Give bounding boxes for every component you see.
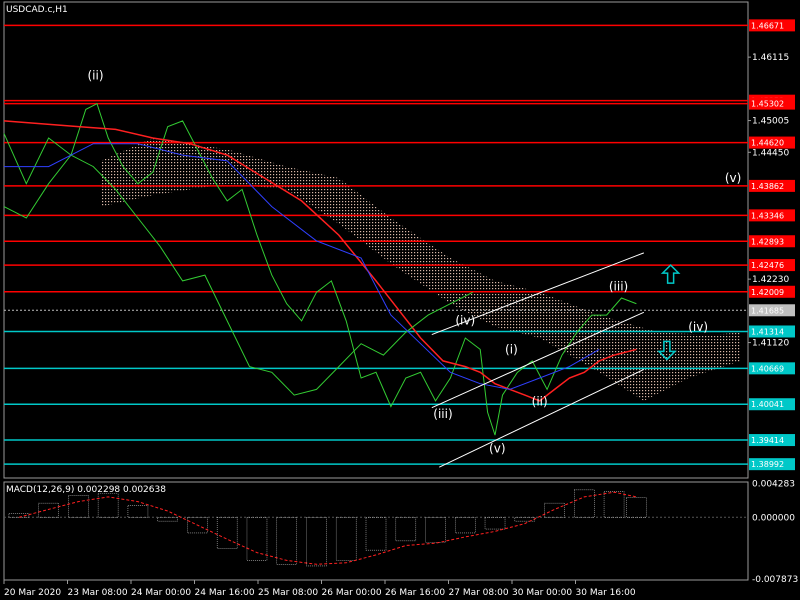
price-label-4: 1.43862 [751, 182, 784, 191]
x-tick-label-2: 24 Mar 00:00 [131, 588, 191, 598]
x-tick-label-4: 25 Mar 08:00 [258, 588, 318, 598]
price-label-10: 1.41314 [751, 327, 784, 336]
macd-histogram-bar-4 [127, 505, 149, 518]
x-tick-label-0: 20 Mar 2020 [4, 588, 61, 598]
price-label-5: 1.43346 [751, 211, 784, 220]
wave-label-5: (ii) [532, 394, 548, 408]
price-label-6: 1.42893 [751, 237, 784, 246]
price-label-13: 1.39414 [751, 436, 784, 445]
trend-channel-line-1 [439, 368, 645, 468]
macd-histogram-bar-15 [454, 516, 476, 534]
x-tick-label-5: 26 Mar 00:00 [322, 588, 382, 598]
arrow-up-icon [660, 264, 681, 284]
wave-label-4: (iii) [433, 407, 452, 421]
y-tick-label-1: 1.45005 [752, 117, 789, 127]
macd-signal-line [18, 491, 637, 565]
wave-label-2: (i) [505, 342, 518, 356]
price-label-14: 1.38992 [751, 460, 784, 469]
price-label-9: 1.41685 [751, 306, 784, 315]
wave-label-1: (iv) [455, 313, 475, 327]
price-label-7: 1.42476 [751, 261, 784, 270]
macd-histogram-bar-18 [544, 502, 565, 518]
macd-histogram-bar-8 [246, 516, 268, 561]
price-label-11: 1.40669 [751, 364, 784, 373]
macd-y-tick-label-1: 0.000000 [752, 513, 795, 523]
macd-y-tick-label-2: -0.007873 [752, 575, 798, 585]
macd-histogram-bar-9 [276, 516, 298, 565]
x-tick-label-9: 30 Mar 16:00 [576, 588, 636, 598]
series-line-lagging-span [3, 154, 473, 396]
macd-histogram-bar-16 [484, 516, 506, 530]
macd-y-tick-label-0: 0.004283 [752, 480, 795, 490]
macd-histogram-bar-12 [365, 516, 387, 551]
wave-label-6: (v) [489, 441, 505, 455]
macd-histogram-bar-14 [425, 516, 446, 543]
price-label-2: 1.45302 [751, 100, 784, 109]
macd-histogram-bar-21 [626, 497, 647, 518]
y-tick-label-4: 1.41120 [752, 339, 789, 349]
trading-chart[interactable]: 1.466711.453531.453021.446201.438621.433… [0, 0, 800, 600]
x-tick-label-6: 26 Mar 16:00 [385, 588, 445, 598]
wave-label-3: (iii) [609, 280, 628, 294]
price-label-0: 1.46671 [751, 21, 784, 30]
price-label-8: 1.42009 [751, 288, 784, 297]
x-tick-label-7: 27 Mar 08:00 [449, 588, 509, 598]
macd-histogram-bar-13 [395, 516, 417, 542]
wave-label-7: (iv) [688, 320, 708, 334]
chart-symbol-title: USDCAD.c,H1 [6, 5, 68, 15]
macd-subwindow-frame [3, 481, 749, 581]
y-tick-label-0: 1.46115 [752, 53, 789, 63]
macd-histogram-bar-19 [574, 489, 595, 518]
ichimoku-cloud [100, 138, 741, 401]
x-tick-label-8: 30 Mar 00:00 [512, 588, 572, 598]
price-label-12: 1.40041 [751, 400, 784, 409]
y-tick-label-3: 1.42230 [752, 275, 789, 285]
macd-histogram-bar-2 [68, 495, 89, 518]
macd-histogram-bar-20 [603, 491, 625, 518]
y-tick-label-2: 1.44450 [752, 148, 789, 158]
wave-label-8: (v) [725, 171, 741, 185]
macd-histogram-bar-10 [306, 516, 327, 567]
series-line-moving-average [3, 120, 637, 402]
wave-label-0: (ii) [87, 69, 103, 83]
macd-histogram-bar-1 [38, 502, 59, 518]
price-label-3: 1.44620 [751, 139, 784, 148]
x-tick-label-1: 23 Mar 08:00 [68, 588, 128, 598]
macd-indicator-title: MACD(12,26,9) 0.002298 0.002638 [6, 485, 166, 495]
macd-histogram-bar-11 [335, 516, 357, 561]
macd-histogram-bar-7 [216, 516, 238, 549]
x-tick-label-3: 24 Mar 16:00 [195, 588, 255, 598]
macd-histogram-bar-5 [157, 516, 178, 522]
